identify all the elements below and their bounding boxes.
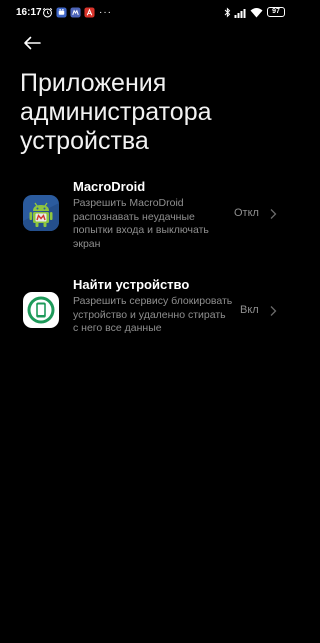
notification-icons: ··· bbox=[42, 6, 112, 18]
app-status: Откл bbox=[234, 207, 259, 219]
battery-icon: 97 bbox=[267, 7, 285, 17]
find-device-icon bbox=[23, 292, 59, 328]
app-status: Вкл bbox=[240, 304, 259, 316]
wifi-icon bbox=[250, 7, 263, 17]
signal-4g-icon bbox=[234, 8, 246, 18]
app-item-find-device[interactable]: Найти устройство Разрешить сервису блоки… bbox=[0, 277, 297, 361]
back-arrow-icon bbox=[24, 36, 41, 50]
system-icons: 97 bbox=[221, 6, 285, 18]
app-name: MacroDroid bbox=[73, 179, 146, 194]
app-name: Найти устройство bbox=[73, 277, 190, 292]
status-time: 16:17 bbox=[16, 7, 42, 18]
chevron-right-icon bbox=[270, 306, 277, 316]
app-notification-icon bbox=[56, 6, 67, 18]
page-title: Приложения администратора устройства bbox=[20, 69, 212, 155]
alarm-clock-icon bbox=[42, 7, 53, 17]
app-description: Разрешить MacroDroid распознавать неудач… bbox=[73, 197, 209, 250]
chevron-right-icon bbox=[270, 209, 277, 219]
bluetooth-icon bbox=[224, 6, 231, 18]
macrodroid-notification-icon bbox=[70, 6, 81, 18]
status-bar: 16:17 ··· 97 bbox=[0, 0, 297, 26]
macrodroid-robot-icon bbox=[23, 195, 59, 231]
alert-notification-icon bbox=[84, 6, 95, 18]
app-item-macrodroid[interactable]: MacroDroid Разрешить MacroDroid распозна… bbox=[0, 179, 297, 263]
battery-level: 97 bbox=[272, 8, 280, 15]
back-button[interactable] bbox=[18, 30, 46, 56]
more-notifications-icon: ··· bbox=[99, 6, 112, 18]
app-description: Разрешить сервису блокировать устройство… bbox=[73, 295, 233, 334]
